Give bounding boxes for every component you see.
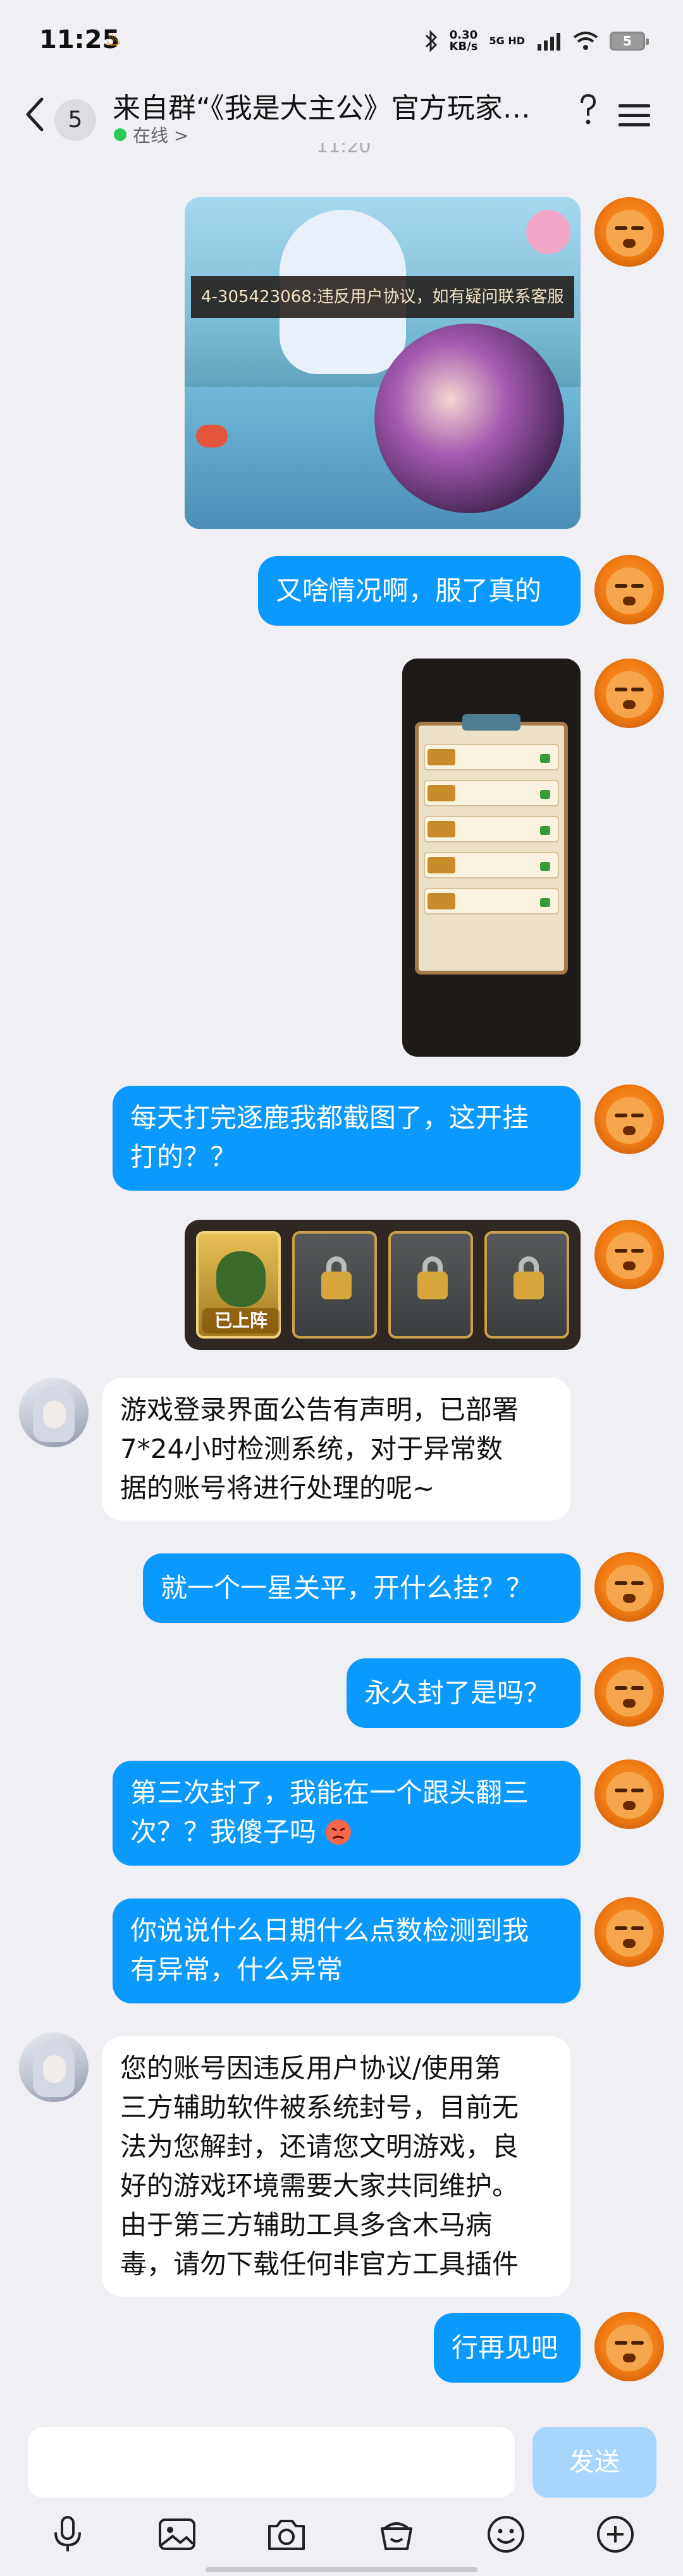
ranking-tab xyxy=(462,714,520,731)
hero-card-locked xyxy=(292,1231,377,1339)
message-text: 永久封了是吗？ xyxy=(364,1677,551,1708)
status-indicators: 0.30 KB/s 5G HD 5 xyxy=(424,25,649,57)
message-text-line: 三方辅助软件被系统封号，目前无 xyxy=(120,2092,519,2123)
emoji-icon[interactable] xyxy=(485,2513,527,2555)
online-status[interactable]: 在线 > xyxy=(114,122,188,147)
message-bubble-self[interactable]: 就一个一星关平，开什么挂？？ xyxy=(143,1553,581,1623)
self-avatar[interactable] xyxy=(594,555,664,624)
gallery-icon[interactable] xyxy=(156,2513,198,2555)
message-text-line: 第三次封了，我能在一个跟头翻三 xyxy=(130,1777,529,1808)
bluetooth-icon xyxy=(425,30,437,52)
message-text-line: 打的？？ xyxy=(130,1141,237,1172)
ban-notice-banner: 4-305423068:违反用户协议，如有疑问联系客服 xyxy=(191,276,574,318)
image-message-ranking-screenshot[interactable] xyxy=(402,659,581,1057)
message-text-line: 每天打完逐鹿我都截图了，这开挂 xyxy=(130,1102,529,1133)
message-text: 就一个一星关平，开什么挂？？ xyxy=(161,1572,533,1603)
plus-icon[interactable] xyxy=(594,2513,636,2555)
self-avatar[interactable] xyxy=(594,659,664,728)
self-avatar[interactable] xyxy=(594,2312,664,2381)
other-avatar[interactable] xyxy=(19,1378,89,1447)
message-text-line: 好的游戏环境需要大家共同维护。 xyxy=(120,2170,519,2201)
input-toolbar xyxy=(0,2509,683,2560)
online-status-label: 在线 > xyxy=(133,125,189,146)
message-bubble-other[interactable]: 游戏登录界面公告有声明，已部署 7*24小时检测系统，对于异常数 据的账号将进行… xyxy=(102,1378,570,1521)
message-text-line: 据的账号将进行处理的呢~ xyxy=(120,1473,435,1504)
image-character-right xyxy=(374,324,564,513)
hero-card-locked xyxy=(484,1231,569,1339)
message-bubble-self[interactable]: 第三次封了，我能在一个跟头翻三 次？？我傻子吗 xyxy=(113,1761,581,1866)
message-text: 次？？我傻子吗 xyxy=(130,1816,317,1847)
message-text: 行再见吧 xyxy=(452,2332,558,2363)
message-bubble-other[interactable]: 您的账号因违反用户协议/使用第 三方辅助软件被系统封号，目前无 法为您解封，还请… xyxy=(102,2036,570,2297)
status-bar: 11:25 ♨ 0.30 KB/s 5G HD 5 xyxy=(0,0,683,82)
message-bubble-self[interactable]: 每天打完逐鹿我都截图了，这开挂 打的？？ xyxy=(113,1086,581,1191)
message-text-line: 您的账号因违反用户协议/使用第 xyxy=(120,2053,501,2084)
message-bubble-self[interactable]: 行再见吧 xyxy=(434,2313,581,2383)
image-message-hero-lineup[interactable]: 已上阵 xyxy=(185,1220,581,1350)
lock-icon xyxy=(417,1272,448,1299)
red-packet-icon[interactable] xyxy=(376,2513,417,2555)
message-bubble-self[interactable]: 永久封了是吗？ xyxy=(347,1658,581,1728)
message-input[interactable] xyxy=(28,2427,515,2498)
message-bubble-self[interactable]: 又啥情况啊，服了真的 xyxy=(258,556,581,626)
ranking-row xyxy=(424,888,559,914)
hero-portrait xyxy=(216,1251,266,1307)
chat-title[interactable]: 来自群“《我是大主公》官方玩家… xyxy=(113,85,555,126)
ranking-row xyxy=(424,816,559,842)
message-text-line: 法为您解封，还请您文明游戏，良 xyxy=(120,2131,519,2162)
deployed-label: 已上阵 xyxy=(202,1308,280,1334)
image-message-ban-notice[interactable]: 4-305423068:违反用户协议，如有疑问联系客服 xyxy=(185,197,581,529)
image-crab xyxy=(196,425,228,447)
message-text-line: 游戏登录界面公告有声明，已部署 xyxy=(120,1394,519,1425)
self-avatar[interactable] xyxy=(594,1084,664,1154)
chat-header: 5 来自群“《我是大主公》官方玩家… 在线 > xyxy=(0,73,683,155)
network-type: 5G HD xyxy=(489,35,525,47)
message-text-line: 由于第三方辅助工具多含木马病 xyxy=(120,2209,493,2240)
message-text-line: 有异常，什么异常 xyxy=(130,1954,343,1985)
self-avatar[interactable] xyxy=(594,1220,664,1289)
help-icon[interactable] xyxy=(575,92,601,130)
message-input-area: 发送 xyxy=(0,2414,683,2576)
wifi-icon xyxy=(573,32,598,50)
ranking-row xyxy=(424,780,559,806)
lock-icon xyxy=(321,1272,352,1299)
menu-icon[interactable] xyxy=(617,103,651,128)
notification-icon: ♨ xyxy=(105,28,122,51)
network-speed-unit: KB/s xyxy=(449,40,478,53)
hero-card-locked xyxy=(388,1231,473,1339)
lock-icon xyxy=(514,1272,544,1299)
message-text-line: 7*24小时检测系统，对于异常数 xyxy=(120,1433,503,1464)
angry-face-emoji-icon xyxy=(326,1820,352,1845)
ranking-row xyxy=(424,744,559,770)
battery-indicator: 5 xyxy=(610,32,649,51)
self-avatar[interactable] xyxy=(594,1657,664,1727)
ranking-row xyxy=(424,852,559,878)
self-avatar[interactable] xyxy=(594,1552,664,1622)
network-speed: 0.30 KB/s xyxy=(450,30,478,52)
self-avatar[interactable] xyxy=(594,1897,664,1967)
hero-card-deployed: 已上阵 xyxy=(196,1231,281,1339)
message-text-line: 你说说什么日期什么点数检测到我 xyxy=(130,1915,529,1946)
online-dot-icon xyxy=(114,128,126,141)
message-bubble-self[interactable]: 你说说什么日期什么点数检测到我 有异常，什么异常 xyxy=(113,1899,581,2003)
camera-icon[interactable] xyxy=(266,2513,307,2555)
back-arrow-icon[interactable] xyxy=(23,97,48,132)
send-button[interactable]: 发送 xyxy=(532,2427,656,2498)
unread-count-badge[interactable]: 5 xyxy=(54,99,96,141)
microphone-icon[interactable] xyxy=(47,2513,89,2555)
message-text-line: 毒，请勿下载任何非官方工具插件 xyxy=(120,2249,519,2280)
self-avatar[interactable] xyxy=(594,197,664,267)
message-text-line: 次？？我傻子吗 xyxy=(130,1813,563,1852)
home-indicator[interactable] xyxy=(206,2567,477,2572)
other-avatar[interactable] xyxy=(19,2032,89,2102)
self-avatar[interactable] xyxy=(594,1759,664,1829)
image-lotus xyxy=(526,210,570,254)
message-text: 又啥情况啊，服了真的 xyxy=(276,575,542,606)
signal-icon xyxy=(538,33,560,51)
